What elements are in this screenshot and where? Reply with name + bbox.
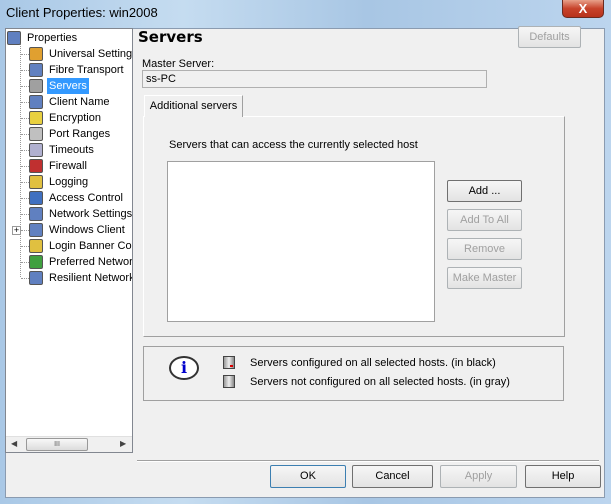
scroll-right-icon[interactable]: ▶ bbox=[120, 439, 126, 448]
network-icon bbox=[29, 207, 43, 221]
tree-line bbox=[21, 54, 29, 55]
make-master-button[interactable]: Make Master bbox=[447, 267, 522, 289]
tree-root-label: Properties bbox=[27, 32, 78, 44]
server-configured-icon bbox=[223, 356, 235, 369]
scroll-left-icon[interactable]: ◀ bbox=[11, 439, 17, 448]
tree-horizontal-scrollbar[interactable]: ◀ III ▶ bbox=[6, 436, 132, 452]
legend-black-text: Servers configured on all selected hosts… bbox=[250, 357, 496, 369]
cancel-button[interactable]: Cancel bbox=[352, 465, 433, 488]
lock-icon bbox=[29, 111, 43, 125]
tree-line bbox=[21, 166, 29, 167]
tree-line bbox=[21, 134, 29, 135]
master-server-field[interactable]: ss-PC bbox=[142, 70, 487, 88]
tree-line bbox=[21, 150, 29, 151]
tree-line bbox=[21, 86, 29, 87]
tree-item-label: Firewall bbox=[49, 160, 87, 172]
tree-item-label: Fibre Transport bbox=[49, 64, 124, 76]
remove-button[interactable]: Remove bbox=[447, 238, 522, 260]
tree-line bbox=[21, 214, 29, 215]
tree-item-label: Universal Settings bbox=[49, 48, 133, 60]
tree-item-label: Timeouts bbox=[49, 144, 94, 156]
legend-box: i Servers configured on all selected hos… bbox=[143, 346, 564, 401]
tree-item-label: Access Control bbox=[49, 192, 123, 204]
footer-divider bbox=[137, 460, 599, 462]
server-not-configured-icon bbox=[223, 375, 235, 388]
expand-icon[interactable]: + bbox=[12, 226, 21, 235]
tree-item-label: Network Settings bbox=[49, 208, 133, 220]
computer-icon bbox=[29, 95, 43, 109]
computer-icon bbox=[29, 223, 43, 237]
preferred-network-icon bbox=[29, 255, 43, 269]
help-button[interactable]: Help bbox=[525, 465, 601, 488]
tree-item-label: Windows Client bbox=[49, 224, 125, 236]
tree-line bbox=[21, 118, 29, 119]
info-icon: i bbox=[169, 356, 199, 380]
tree-item-label: Encryption bbox=[49, 112, 101, 124]
properties-tree[interactable]: Properties Universal Settings Fibre Trans… bbox=[5, 28, 133, 453]
tree-item-label: Client Name bbox=[49, 96, 110, 108]
universal-settings-icon bbox=[29, 47, 43, 61]
scroll-thumb[interactable]: III bbox=[26, 438, 88, 451]
banner-icon bbox=[29, 239, 43, 253]
tree-line bbox=[21, 230, 29, 231]
resilient-network-icon bbox=[29, 271, 43, 285]
tree-item-label: Servers bbox=[47, 78, 89, 94]
computer-icon bbox=[29, 63, 43, 77]
page-title: Servers bbox=[138, 28, 203, 46]
clock-icon bbox=[29, 143, 43, 157]
add-button[interactable]: Add ... bbox=[447, 180, 522, 202]
port-icon bbox=[29, 127, 43, 141]
computer-icon bbox=[7, 31, 21, 45]
tree-line bbox=[21, 262, 29, 263]
add-to-all-button[interactable]: Add To All bbox=[447, 209, 522, 231]
close-button[interactable]: X bbox=[562, 0, 604, 18]
access-control-icon bbox=[29, 191, 43, 205]
tree-line bbox=[21, 246, 29, 247]
defaults-button[interactable]: Defaults bbox=[518, 26, 581, 48]
legend-gray-text: Servers not configured on all selected h… bbox=[250, 376, 510, 388]
apply-button[interactable]: Apply bbox=[440, 465, 517, 488]
tree-line bbox=[21, 70, 29, 71]
tree-item-label: Logging bbox=[49, 176, 89, 188]
tab-additional-servers[interactable]: Additional servers bbox=[144, 95, 243, 117]
tree-line bbox=[21, 102, 29, 103]
tree-item-label: Resilient Network bbox=[49, 272, 133, 284]
window-title: Client Properties: win2008 bbox=[6, 5, 158, 20]
server-icon bbox=[29, 79, 43, 93]
tree-item-label: Preferred Network bbox=[49, 256, 133, 268]
tree-line bbox=[21, 278, 29, 279]
ok-button[interactable]: OK bbox=[270, 465, 346, 488]
servers-listbox[interactable] bbox=[167, 161, 435, 322]
servers-list-label: Servers that can access the currently se… bbox=[169, 139, 418, 151]
master-server-label: Master Server: bbox=[142, 58, 215, 70]
firewall-icon bbox=[29, 159, 43, 173]
tree-line bbox=[21, 182, 29, 183]
tree-item-label: Login Banner Conf bbox=[49, 240, 133, 252]
tree-item-label: Port Ranges bbox=[49, 128, 111, 140]
tree-line bbox=[21, 198, 29, 199]
tree-line bbox=[20, 41, 21, 277]
log-icon bbox=[29, 175, 43, 189]
